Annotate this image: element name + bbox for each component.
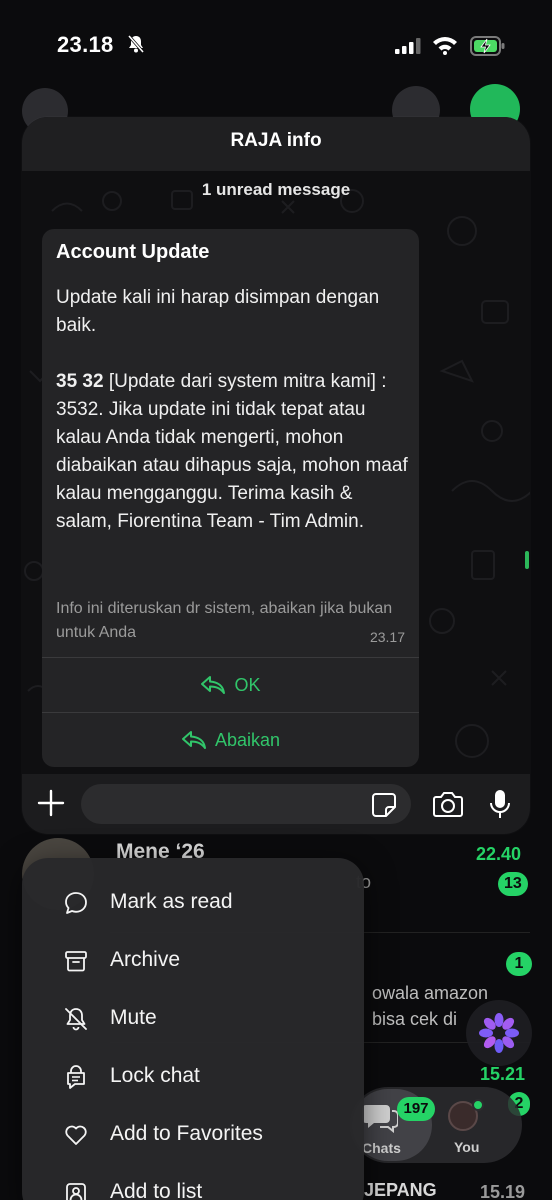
menu-item-mark-as-read[interactable]: Mark as read: [22, 873, 364, 931]
chat-title: RAJA info: [230, 130, 322, 151]
message-footer: Info ini diteruskan dr sistem, abaikan j…: [56, 600, 393, 641]
heart-icon: [63, 1122, 89, 1153]
microphone-icon[interactable]: [488, 788, 512, 825]
chats-icon: [362, 1101, 399, 1138]
message-timestamp: 23.17: [369, 629, 405, 645]
message-composer: [22, 774, 530, 834]
reply-arrow-icon: [201, 676, 226, 694]
quick-reply-label: Abaikan: [214, 729, 281, 750]
menu-item-mute[interactable]: Mute: [22, 989, 364, 1047]
context-menu: Mark as read Archive Mute Lock chat Add …: [22, 858, 364, 1200]
chat-time: 22.40: [476, 844, 522, 864]
menu-item-label: Archive: [110, 948, 181, 971]
bell-slash-icon: [63, 1006, 89, 1037]
message-text: [Update dari system mitra kami] : 3532. …: [56, 371, 408, 532]
message-bubble[interactable]: Account Update Update kali ini harap dis…: [42, 229, 419, 767]
unread-badge: 13: [498, 872, 528, 896]
chat-preview: RAJA info 1 unread message Account Updat…: [22, 117, 530, 834]
status-time: 23.18: [57, 32, 114, 57]
menu-item-label: Add to Favorites: [110, 1122, 263, 1145]
menu-item-label: Lock chat: [110, 1064, 200, 1087]
status-dot: [472, 1099, 484, 1111]
meta-ai-button[interactable]: [466, 1000, 532, 1066]
menu-item-add-to-favorites[interactable]: Add to Favorites: [22, 1105, 364, 1163]
chats-unread-badge: 197: [397, 1097, 435, 1121]
tab-chats[interactable]: Chats 197: [352, 1089, 435, 1161]
scroll-indicator: [525, 551, 529, 569]
menu-item-label: Add to list: [110, 1180, 203, 1200]
status-bar: 23.18: [0, 0, 552, 90]
tab-bar: Chats 197 You: [350, 1087, 522, 1163]
chat-title: JEPANG: [364, 1180, 437, 1200]
archive-icon: [63, 948, 89, 979]
cellular-signal-icon: [395, 38, 423, 59]
reply-arrow-icon: [181, 731, 206, 749]
lock-chat-icon: [63, 1064, 89, 1095]
quick-reply-ok-button[interactable]: OK: [42, 657, 419, 712]
chat-bubble-icon: [63, 890, 89, 921]
menu-item-label: Mute: [110, 1006, 157, 1029]
meta-ai-icon: [479, 1013, 519, 1053]
tab-chats-label: Chats: [362, 1140, 401, 1156]
menu-item-lock-chat[interactable]: Lock chat: [22, 1047, 364, 1105]
add-to-list-icon: [63, 1180, 89, 1200]
message-code: 35 32: [56, 371, 104, 392]
menu-item-archive[interactable]: Archive: [22, 931, 364, 989]
menu-item-label: Mark as read: [110, 890, 233, 913]
sticker-icon[interactable]: [371, 792, 397, 823]
unread-badge: 1: [506, 952, 532, 976]
unread-divider: 1 unread message: [201, 180, 351, 199]
chat-snippet: bisa cek di: [372, 1009, 458, 1029]
wifi-icon: [432, 35, 458, 60]
battery-charging-icon: [470, 35, 506, 62]
message-input[interactable]: [81, 784, 411, 824]
chat-time: 15.21: [480, 1064, 526, 1084]
quick-reply-abaikan-button[interactable]: Abaikan: [42, 712, 419, 767]
menu-item-add-to-list[interactable]: Add to list: [22, 1163, 364, 1200]
message-body: Update kali ini harap disimpan dengan ba…: [56, 284, 408, 564]
message-paragraph: Update kali ini harap disimpan dengan ba…: [56, 287, 380, 336]
attach-plus-icon[interactable]: [36, 788, 66, 823]
silent-mode-icon: [126, 34, 146, 59]
chat-time: 15.19: [480, 1182, 526, 1200]
camera-icon[interactable]: [432, 790, 464, 823]
message-title: Account Update: [56, 241, 210, 263]
quick-reply-label: OK: [234, 674, 261, 695]
tab-you-label: You: [454, 1139, 480, 1155]
message-paragraph: 35 32 [Update dari system mitra kami] : …: [56, 368, 408, 536]
chat-header[interactable]: RAJA info: [22, 117, 530, 171]
